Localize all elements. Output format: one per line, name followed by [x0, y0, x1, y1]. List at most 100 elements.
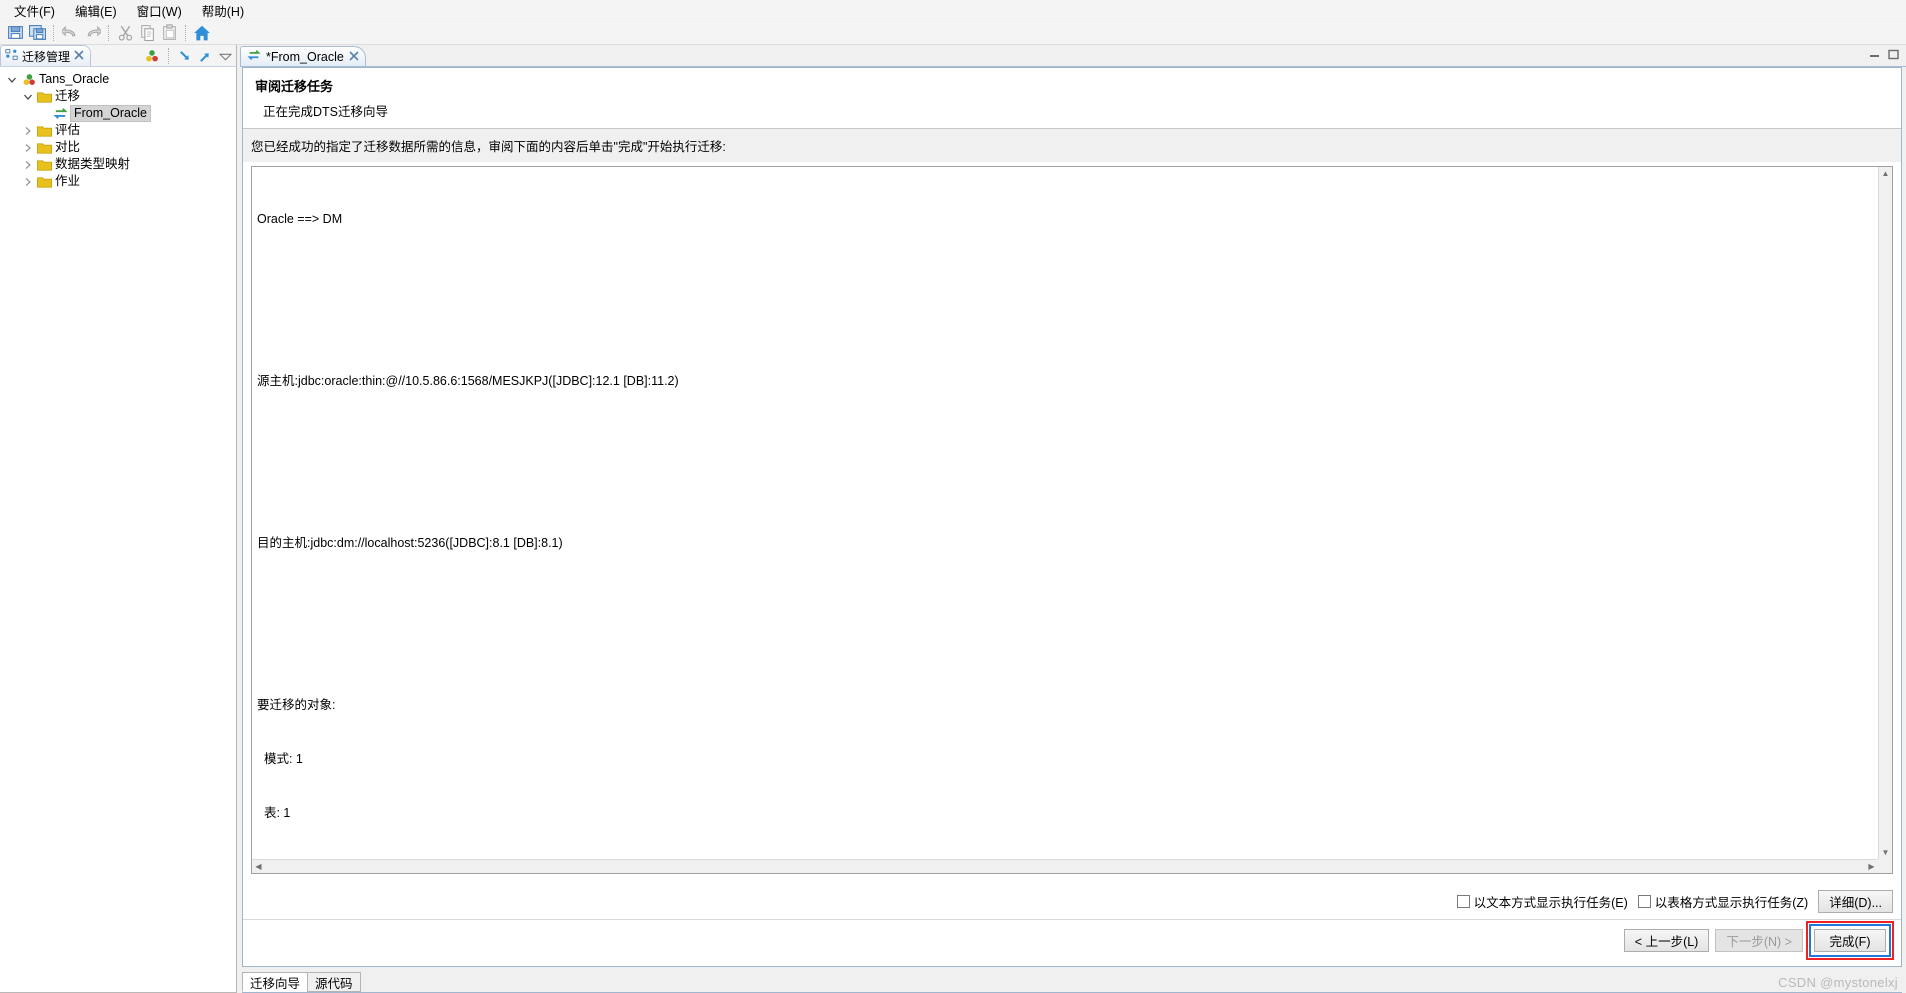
- tree-item-label: 迁移: [55, 89, 81, 103]
- application-window: 文件(F) 编辑(E) 窗口(W) 帮助(H) 迁移管理 Tans_Oracle…: [0, 0, 1906, 993]
- tree-item-migration[interactable]: 迁移: [0, 88, 236, 105]
- tree-item-label: From_Oracle: [70, 105, 151, 122]
- save-icon[interactable]: [4, 22, 26, 44]
- new-connection-icon[interactable]: [143, 48, 160, 65]
- migration-icon: [247, 49, 261, 65]
- tree-item-from-oracle[interactable]: From_Oracle: [0, 105, 236, 122]
- tab-label: 迁移管理: [22, 49, 71, 64]
- toolbar-separator: [108, 24, 109, 41]
- save-all-icon[interactable]: [26, 22, 48, 44]
- scroll-left-arrow[interactable]: ◀: [252, 860, 265, 873]
- checkbox-label: 以表格方式显示执行任务(Z): [1654, 895, 1809, 910]
- tree-item-datatype-mapping[interactable]: 数据类型映射: [0, 156, 236, 173]
- chevron-down-icon[interactable]: [20, 89, 36, 105]
- migration-management-icon: [5, 48, 18, 64]
- editor-tab-title: *From_Oracle: [266, 50, 344, 64]
- summary-line: 目的主机:jdbc:dm://localhost:5236([JDBC]:8.1…: [257, 536, 563, 550]
- divider: [243, 919, 1901, 920]
- back-button[interactable]: < 上一步(L): [1623, 928, 1710, 952]
- summary-line: 源主机:jdbc:oracle:thin:@//10.5.86.6:1568/M…: [257, 374, 679, 388]
- tree-item-label: 数据类型映射: [55, 157, 131, 171]
- tree-item-assessment[interactable]: 评估: [0, 122, 236, 139]
- undo-icon: [59, 22, 81, 44]
- tree-item-label: 对比: [55, 140, 81, 154]
- tree-item-tans-oracle[interactable]: Tans_Oracle: [0, 71, 236, 88]
- toolbar-separator: [53, 24, 54, 41]
- minimize-icon[interactable]: [1868, 48, 1881, 64]
- chevron-right-icon[interactable]: [20, 157, 36, 173]
- summary-line: [257, 264, 1878, 282]
- tree-item-label: 作业: [55, 174, 81, 188]
- maximize-icon[interactable]: [1887, 48, 1900, 64]
- toolbar-separator: [185, 24, 186, 41]
- menu-help[interactable]: 帮助(H): [192, 0, 254, 22]
- editor-tab-from-oracle[interactable]: *From_Oracle: [240, 46, 366, 67]
- finish-button[interactable]: 完成(F): [1814, 928, 1886, 952]
- checkbox-label: 以文本方式显示执行任务(E): [1473, 895, 1628, 910]
- summary-content-box: Oracle ==> DM 源主机:jdbc:oracle:thin:@//10…: [251, 166, 1893, 874]
- tree-item-label: 评估: [55, 123, 81, 137]
- view-menu-icon[interactable]: [217, 48, 234, 65]
- editor-tab-bar: *From_Oracle: [240, 45, 1906, 67]
- watermark: CSDN @mystonelxj: [1778, 975, 1898, 990]
- summary-text[interactable]: Oracle ==> DM 源主机:jdbc:oracle:thin:@//10…: [252, 167, 1878, 859]
- next-button: 下一步(N) >: [1715, 928, 1803, 952]
- tab-source-code[interactable]: 源代码: [307, 972, 361, 992]
- chevron-right-icon[interactable]: [20, 174, 36, 190]
- checkbox-box[interactable]: [1456, 894, 1470, 908]
- menu-window[interactable]: 窗口(W): [127, 0, 192, 22]
- tree-item-jobs[interactable]: 作业: [0, 173, 236, 190]
- migration-icon: [52, 106, 69, 122]
- folder-icon: [36, 89, 53, 105]
- import-icon[interactable]: [177, 48, 194, 65]
- summary-line: [257, 642, 1878, 660]
- page-subtitle: 正在完成DTS迁移向导: [263, 105, 389, 119]
- checkbox-box[interactable]: [1637, 894, 1651, 908]
- scroll-right-arrow[interactable]: ▶: [1865, 860, 1878, 873]
- menu-file[interactable]: 文件(F): [4, 0, 65, 22]
- folder-icon: [36, 123, 53, 139]
- vertical-scrollbar[interactable]: ▲ ▼: [1878, 167, 1892, 859]
- tab-migration-management[interactable]: 迁移管理: [0, 45, 92, 66]
- tab-migration-wizard[interactable]: 迁移向导: [242, 972, 309, 992]
- wizard-panel: 审阅迁移任务 正在完成DTS迁移向导 您已经成功的指定了迁移数据所需的信息，审阅…: [242, 67, 1902, 967]
- close-icon[interactable]: [349, 50, 359, 64]
- summary-line: [257, 480, 1878, 498]
- checkbox-text-mode[interactable]: 以文本方式显示执行任务(E): [1456, 892, 1628, 911]
- view-tab-bar: 迁移管理: [0, 45, 236, 67]
- checkbox-table-mode[interactable]: 以表格方式显示执行任务(Z): [1637, 892, 1809, 911]
- chevron-right-icon[interactable]: [20, 123, 36, 139]
- wizard-header: 审阅迁移任务 正在完成DTS迁移向导: [243, 68, 1901, 129]
- wizard-description: 您已经成功的指定了迁移数据所需的信息，审阅下面的内容后单击"完成"开始执行迁移:: [243, 129, 1901, 162]
- cut-icon: [114, 22, 136, 44]
- display-options-row: 以文本方式显示执行任务(E) 以表格方式显示执行任务(Z) 详细(D)...: [1456, 889, 1893, 913]
- close-icon[interactable]: [74, 49, 84, 63]
- editor-area: *From_Oracle 审阅迁移任务 正在完成DTS迁移向导 您已经成功的指定…: [238, 45, 1906, 993]
- chevron-down-icon[interactable]: [4, 72, 20, 88]
- redo-icon: [81, 22, 103, 44]
- export-icon[interactable]: [197, 48, 214, 65]
- summary-line: [257, 426, 1878, 444]
- summary-line: [257, 318, 1878, 336]
- tree-item-compare[interactable]: 对比: [0, 139, 236, 156]
- home-icon[interactable]: [191, 22, 213, 44]
- folder-icon: [36, 174, 53, 190]
- horizontal-scrollbar[interactable]: ◀ ▶: [252, 859, 1878, 873]
- view-toolbar: [143, 45, 234, 67]
- summary-line: 表: 1: [257, 806, 291, 820]
- summary-line: 模式: 1: [257, 752, 303, 766]
- folder-icon: [36, 140, 53, 156]
- page-title: 审阅迁移任务: [255, 79, 334, 94]
- summary-line: [257, 588, 1878, 606]
- details-button[interactable]: 详细(D)...: [1818, 889, 1893, 913]
- chevron-right-icon[interactable]: [20, 140, 36, 156]
- paste-icon: [158, 22, 180, 44]
- menu-edit[interactable]: 编辑(E): [65, 0, 127, 22]
- scroll-down-arrow[interactable]: ▼: [1879, 846, 1892, 859]
- migration-management-view: 迁移管理 Tans_Oracle 迁移 From_Oracle 评估 对比 数据…: [0, 45, 237, 993]
- wizard-navigation: < 上一步(L) 下一步(N) > 完成(F): [1623, 920, 1894, 960]
- scroll-up-arrow[interactable]: ▲: [1879, 167, 1892, 180]
- project-tree: Tans_Oracle 迁移 From_Oracle 评估 对比 数据类型映射 …: [0, 67, 236, 190]
- editor-window-controls: [1868, 48, 1900, 64]
